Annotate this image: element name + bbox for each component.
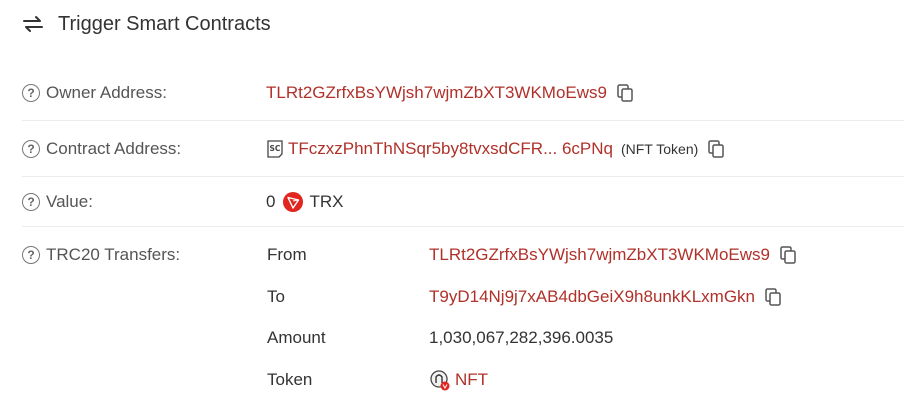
contract-address-label: Contract Address: <box>46 138 182 158</box>
help-icon[interactable]: ? <box>22 83 40 102</box>
transfer-from-row: From TLRt2GZrfxBsYWjsh7wjmZbXT3WKMoEws9 <box>267 241 796 269</box>
owner-address-link[interactable]: TLRt2GZrfxBsYWjsh7wjmZbXT3WKMoEws9 <box>266 83 607 103</box>
token-link[interactable]: NFT <box>455 370 488 390</box>
help-icon[interactable]: ? <box>22 246 40 264</box>
value-amount-group: 0 TRX <box>266 191 344 212</box>
swap-arrows-icon <box>22 15 44 33</box>
page-title: Trigger Smart Contracts <box>58 12 271 35</box>
token-label: Token <box>267 370 313 389</box>
contract-address-label-group: ? Contract Address: <box>22 139 266 159</box>
copy-icon[interactable] <box>708 139 725 158</box>
nft-token-icon <box>429 369 451 391</box>
copy-icon[interactable] <box>780 246 796 264</box>
owner-address-label: Owner Address: <box>46 82 167 102</box>
transfer-amount-row: Amount 1,030,067,282,396.0035 <box>267 324 613 352</box>
amount-label: Amount <box>267 328 326 347</box>
transfer-token-row: Token NFT <box>267 366 488 394</box>
to-address-link[interactable]: T9yD14Nj9j7xAB4dbGeiX9h8unkKLxmGkn <box>429 287 755 307</box>
trc20-transfers-label-group: ? TRC20 Transfers: <box>22 245 266 265</box>
help-icon[interactable]: ? <box>22 139 40 158</box>
to-label: To <box>267 287 285 306</box>
svg-text:SC: SC <box>270 144 281 153</box>
value-unit: TRX <box>309 191 344 211</box>
contract-address-value-group: SC TFczxzPhnThNSqr5by8tvxsdCFR... 6cPNq … <box>266 139 725 159</box>
from-address-link[interactable]: TLRt2GZrfxBsYWjsh7wjmZbXT3WKMoEws9 <box>429 245 770 265</box>
value-label-group: ? Value: <box>22 192 266 212</box>
from-label: From <box>267 245 307 264</box>
smart-contract-icon: SC <box>266 139 284 158</box>
transfer-to-row: To T9yD14Nj9j7xAB4dbGeiX9h8unkKLxmGkn <box>267 283 781 311</box>
nft-token-tag: (NFT Token) <box>620 140 699 157</box>
amount-value: 1,030,067,282,396.0035 <box>429 328 614 347</box>
trx-icon <box>283 191 304 212</box>
page-header: Trigger Smart Contracts <box>22 10 271 38</box>
value-row: ? Value: 0 TRX <box>22 177 904 227</box>
copy-icon[interactable] <box>765 288 781 306</box>
value-amount: 0 <box>266 191 276 211</box>
owner-address-row: ? Owner Address: TLRt2GZrfxBsYWjsh7wjmZb… <box>22 65 904 121</box>
owner-address-value-group: TLRt2GZrfxBsYWjsh7wjmZbXT3WKMoEws9 <box>266 83 633 103</box>
copy-icon[interactable] <box>617 83 633 102</box>
contract-address-link[interactable]: TFczxzPhnThNSqr5by8tvxsdCFR... 6cPNq <box>288 139 613 159</box>
value-label: Value: <box>46 191 93 211</box>
contract-address-row: ? Contract Address: SC TFczxzPhnThNSqr5b… <box>22 121 904 177</box>
help-icon[interactable]: ? <box>22 192 40 211</box>
trc20-transfers-label: TRC20 Transfers: <box>46 245 181 264</box>
owner-address-label-group: ? Owner Address: <box>22 83 266 103</box>
